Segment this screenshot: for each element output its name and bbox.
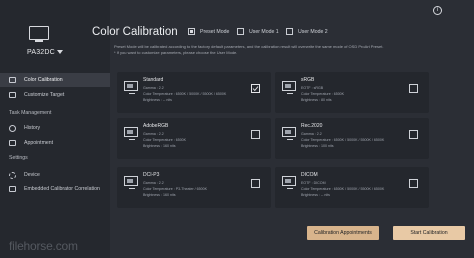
sidebar-item-appointment[interactable]: Appointment — [0, 136, 110, 150]
section-title-task-management: Task Management — [9, 110, 52, 116]
gear-icon — [7, 171, 17, 179]
sidebar-item-color-calibration[interactable]: Color Calibration — [0, 73, 110, 87]
customize-target-icon — [7, 91, 17, 99]
monitor-thumbnail-icon — [124, 81, 138, 94]
preset-checkbox[interactable] — [409, 179, 418, 188]
preset-spec: Color Temperature : 6500K — [143, 138, 187, 142]
preset-checkbox[interactable] — [251, 84, 260, 93]
preset-card-dicom[interactable]: DICOM EOTF : DICOM Color Temperature : 6… — [275, 167, 429, 208]
checkmark-icon — [252, 86, 259, 92]
preset-spec: Brightness : 100 nits — [301, 144, 334, 148]
preset-spec: Brightness : -- nits — [143, 98, 172, 102]
section-title-settings: Settings — [9, 155, 28, 161]
info-icon[interactable]: i — [433, 6, 442, 15]
sidebar-item-customize-target[interactable]: Customize Target — [0, 88, 110, 102]
preset-mode-checkbox[interactable] — [188, 28, 195, 35]
mode-label: User Mode 1 — [249, 28, 279, 35]
preset-spec: Color Temperature : 6500K / 5000K / 5500… — [301, 138, 385, 142]
chevron-down-icon[interactable] — [57, 50, 63, 54]
monitor-thumbnail-icon — [282, 81, 296, 94]
preset-spec: Brightness : -- nits — [301, 193, 330, 197]
preset-card-adobergb[interactable]: AdobeRGB Gamma : 2.2 Color Temperature :… — [117, 118, 271, 159]
mode-description: Preset Mode will be calibrated according… — [114, 44, 464, 56]
sidebar-item-label: Customize Target — [24, 92, 65, 98]
correlation-icon — [7, 185, 17, 193]
preset-spec: Color Temperature : 6500K — [301, 92, 345, 96]
preset-spec: Color Temperature : 6500K / 5000K / 5500… — [143, 92, 227, 96]
sidebar-item-label: Color Calibration — [24, 77, 63, 83]
preset-card-srgb[interactable]: sRGB EOTF : sRGB Color Temperature : 650… — [275, 72, 429, 113]
preset-spec: Gamma : 2.2 — [143, 181, 164, 185]
preset-spec: Gamma : 2.2 — [143, 86, 164, 90]
monitor-icon — [29, 26, 49, 42]
sidebar-item-history[interactable]: History — [0, 121, 110, 135]
monitor-thumbnail-icon — [124, 176, 138, 189]
monitor-thumbnail-icon — [282, 176, 296, 189]
preset-spec: Brightness : 160 nits — [143, 144, 176, 148]
mode-label: User Mode 2 — [298, 28, 328, 35]
preset-checkbox[interactable] — [251, 130, 260, 139]
preset-card-rec2020[interactable]: Rec.2020 Gamma : 2.2 Color Temperature :… — [275, 118, 429, 159]
sidebar-item-label: Device — [24, 172, 40, 178]
calibration-appointments-button[interactable]: Calibration Appointments — [307, 226, 379, 240]
sidebar-item-embedded-calibrator-correlation[interactable]: Embedded Calibrator Correlation — [0, 182, 110, 196]
mode-label: Preset Mode — [200, 28, 230, 35]
description-line: * If you want to customize parameters, p… — [114, 50, 238, 55]
preset-spec: Color Temperature : P3-Theater / 6500K — [143, 187, 208, 191]
preset-name: AdobeRGB — [143, 123, 169, 129]
user-mode-1-option[interactable]: User Mode 1 — [237, 28, 279, 35]
preset-spec: Brightness : 80 nits — [301, 98, 332, 102]
preset-name: DCI-P3 — [143, 172, 160, 178]
preset-spec: EOTF : DICOM — [301, 181, 326, 185]
history-icon — [7, 124, 17, 132]
preset-mode-option[interactable]: Preset Mode — [188, 28, 229, 35]
preset-spec: EOTF : sRGB — [301, 86, 324, 90]
user-mode-1-checkbox[interactable] — [237, 28, 244, 35]
sidebar-item-label: Embedded Calibrator Correlation — [24, 186, 100, 192]
sidebar-item-label: History — [24, 125, 41, 131]
page-title: Color Calibration — [92, 26, 178, 38]
preset-name: DICOM — [301, 172, 318, 178]
preset-name: Standard — [143, 77, 164, 83]
preset-spec: Gamma : 2.2 — [143, 132, 164, 136]
preset-checkbox[interactable] — [409, 130, 418, 139]
user-mode-2-checkbox[interactable] — [286, 28, 293, 35]
preset-name: sRGB — [301, 77, 315, 83]
sidebar: PA32DC Color Calibration Customize Targe… — [0, 0, 110, 258]
preset-card-standard[interactable]: Standard Gamma : 2.2 Color Temperature :… — [117, 72, 271, 113]
preset-checkbox[interactable] — [251, 179, 260, 188]
preset-card-dci-p3[interactable]: DCI-P3 Gamma : 2.2 Color Temperature : P… — [117, 167, 271, 208]
preset-spec: Brightness : 160 nits — [143, 193, 176, 197]
preset-checkbox[interactable] — [409, 84, 418, 93]
start-calibration-button[interactable]: Start Calibration — [393, 226, 465, 240]
watermark-text: filehorse.com — [9, 239, 78, 253]
preset-spec: Color Temperature : 6500K / 5000K / 5500… — [301, 187, 385, 191]
color-calibration-icon — [7, 76, 17, 84]
preset-name: Rec.2020 — [301, 123, 323, 129]
preset-spec: Gamma : 2.2 — [301, 132, 322, 136]
monitor-model-label[interactable]: PA32DC — [27, 49, 55, 56]
monitor-thumbnail-icon — [282, 127, 296, 140]
sidebar-item-device[interactable]: Device — [0, 168, 110, 182]
appointment-icon — [7, 139, 17, 147]
user-mode-2-option[interactable]: User Mode 2 — [286, 28, 328, 35]
sidebar-item-label: Appointment — [24, 140, 54, 146]
monitor-thumbnail-icon — [124, 127, 138, 140]
